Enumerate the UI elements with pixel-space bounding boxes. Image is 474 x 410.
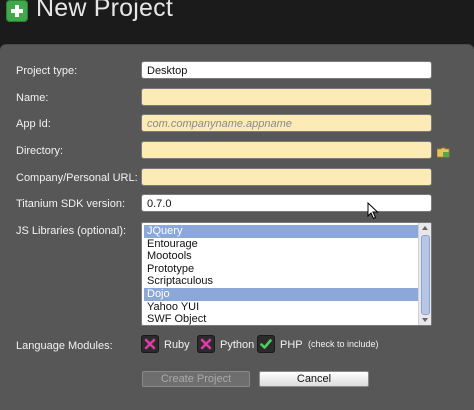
project-type-select[interactable]: Desktop <box>141 61 432 79</box>
js-library-item[interactable]: Mootools <box>144 250 418 263</box>
scroll-down-icon[interactable] <box>422 318 428 322</box>
modules-hint: (check to include) <box>308 339 379 349</box>
project-type-label: Project type: <box>16 65 78 77</box>
x-mark-icon[interactable] <box>141 335 159 353</box>
language-modules-label: Language Modules: <box>16 340 113 352</box>
create-project-button[interactable]: Create Project <box>142 371 250 387</box>
title-bar: New Project <box>0 0 474 44</box>
js-library-item[interactable]: Scriptaculous <box>144 275 418 288</box>
module-ruby-label: Ruby <box>164 339 190 351</box>
company-url-label: Company/Personal URL: <box>16 172 138 184</box>
x-mark-icon[interactable] <box>197 335 215 353</box>
app-id-input[interactable]: com.companyname.appname <box>141 114 432 132</box>
mouse-cursor-icon <box>367 201 379 225</box>
module-php-label: PHP <box>280 339 303 351</box>
name-label: Name: <box>16 92 49 104</box>
sdk-version-select[interactable]: 0.7.0 <box>141 194 432 212</box>
directory-label: Directory: <box>16 145 64 157</box>
js-library-item[interactable]: Yahoo YUI <box>144 301 418 314</box>
app-id-label: App Id: <box>16 118 51 130</box>
plus-icon <box>6 0 28 22</box>
company-url-input[interactable] <box>141 168 432 186</box>
sdk-version-label: Titanium SDK version: <box>16 198 126 210</box>
js-libraries-scrollbar[interactable] <box>418 223 431 325</box>
checkmark-icon[interactable] <box>257 335 275 353</box>
directory-input[interactable] <box>141 141 432 159</box>
scroll-thumb[interactable] <box>421 235 430 315</box>
window-title: New Project <box>36 0 173 22</box>
module-python-label: Python <box>220 339 255 351</box>
cancel-button[interactable]: Cancel <box>259 371 369 387</box>
js-libraries-label: JS Libraries (optional): <box>16 225 127 237</box>
js-library-item[interactable]: SWF Object <box>144 313 418 325</box>
app-id-placeholder: com.companyname.appname <box>147 118 292 130</box>
js-library-item[interactable]: JQuery <box>144 225 418 238</box>
js-library-item[interactable]: Dojo <box>144 287 418 301</box>
folder-icon[interactable] <box>436 145 450 163</box>
name-input[interactable] <box>141 88 432 106</box>
js-libraries-items: JQuery Entourage Mootools Prototype Scriptac… <box>144 225 418 325</box>
js-library-item[interactable]: Prototype <box>144 263 418 276</box>
js-libraries-list[interactable]: JQuery Entourage Mootools Prototype Scriptac… <box>141 222 432 326</box>
js-library-item[interactable]: Entourage <box>144 238 418 251</box>
scroll-up-icon[interactable] <box>422 226 428 230</box>
